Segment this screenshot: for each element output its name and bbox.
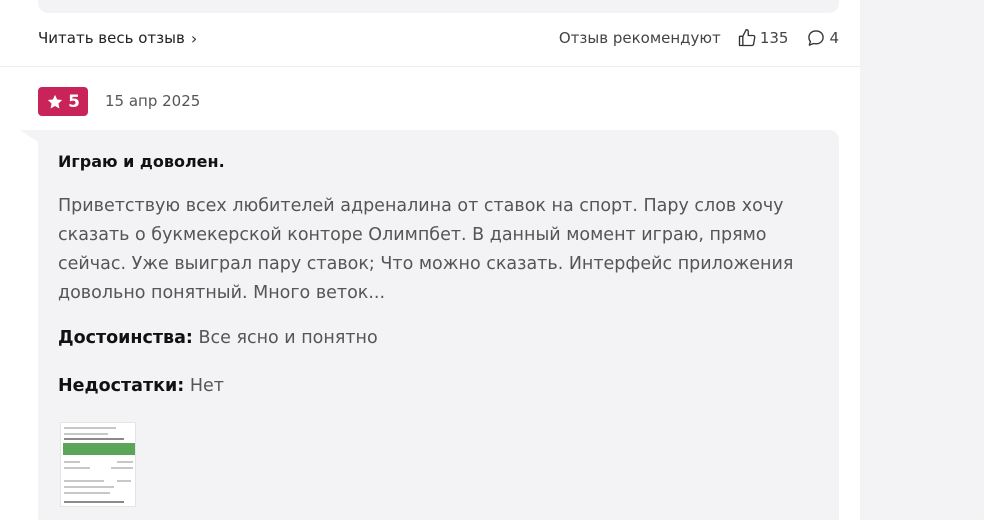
- rating-value: 5: [68, 91, 80, 112]
- pros-value: Все ясно и понятно: [198, 328, 378, 348]
- comments-button[interactable]: 4: [806, 28, 839, 48]
- reviews-panel: Читать весь отзыв › Отзыв рекомендуют 13…: [0, 0, 860, 520]
- pros-label: Достоинства:: [58, 328, 193, 348]
- read-full-review-link[interactable]: Читать весь отзыв ›: [38, 29, 197, 48]
- review-card-tail: [20, 130, 38, 142]
- review-date: 15 апр 2025: [105, 92, 201, 110]
- cons-label: Недостатки:: [58, 376, 185, 396]
- review-cons: Недостатки: Нет: [58, 376, 224, 396]
- comment-count: 4: [829, 29, 839, 47]
- thumbs-up-icon: [738, 29, 756, 47]
- review-photo-thumbnail[interactable]: [60, 422, 136, 507]
- review-card: Играю и доволен. Приветствую всех любите…: [38, 130, 839, 520]
- like-button[interactable]: 135: [737, 28, 789, 48]
- review-title: Играю и доволен.: [58, 152, 225, 171]
- recommend-label: Отзыв рекомендуют: [558, 29, 721, 47]
- review-divider: [0, 66, 860, 67]
- review-text: Приветствую всех любителей адреналина от…: [58, 196, 794, 303]
- review-reactions: Отзыв рекомендуют 135 4: [559, 28, 839, 48]
- read-full-review-label: Читать весь отзыв: [38, 29, 185, 47]
- like-count: 135: [759, 29, 789, 47]
- previous-review-footer: Читать весь отзыв › Отзыв рекомендуют 13…: [38, 24, 839, 52]
- cons-value: Нет: [189, 376, 224, 396]
- review-pros: Достоинства: Все ясно и понятно: [58, 328, 378, 348]
- chevron-right-icon: ›: [190, 28, 198, 48]
- previous-review-card-bottom: [38, 0, 839, 13]
- star-icon: [47, 94, 63, 108]
- rating-badge: 5: [38, 87, 88, 116]
- comment-icon: [808, 30, 825, 46]
